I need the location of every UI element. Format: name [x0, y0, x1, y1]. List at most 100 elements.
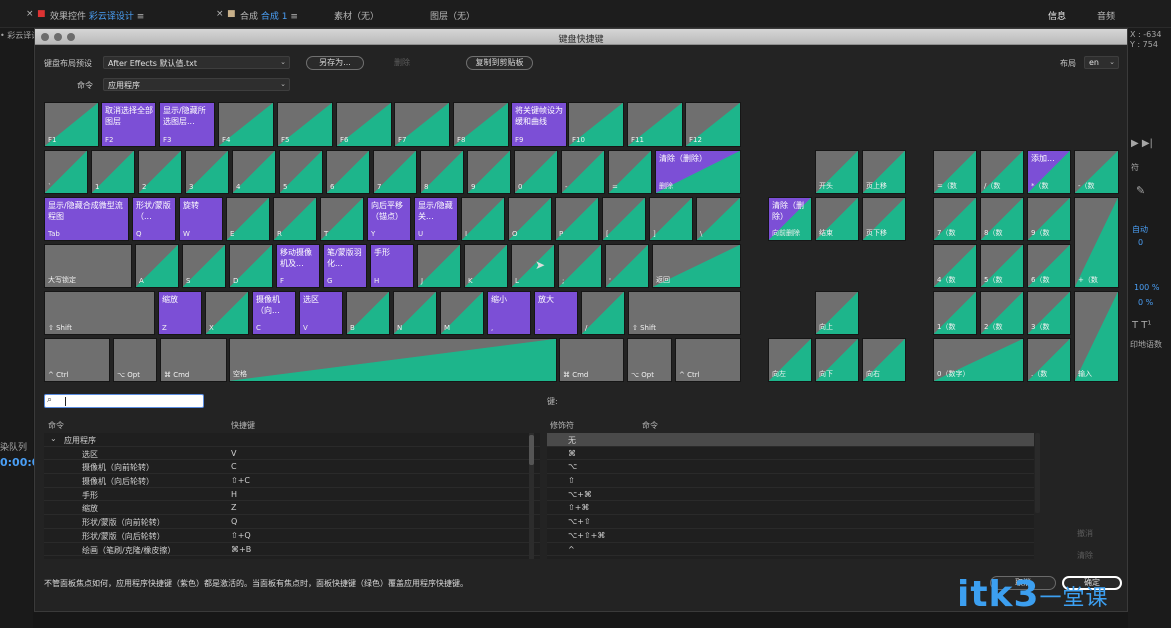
table-row[interactable]: 缩放 Z: [44, 501, 540, 516]
list-item[interactable]: ⌥+⇧+⌘: [547, 529, 1034, 543]
key-f6[interactable]: F6: [336, 102, 392, 147]
key-p[interactable]: P: [555, 197, 599, 241]
key-backslash[interactable]: \: [696, 197, 741, 241]
key-numpad-equal[interactable]: =（数: [933, 150, 977, 194]
key-numpad-2[interactable]: 2（数: [980, 291, 1024, 335]
playback-controls[interactable]: ▶ ▶|: [1131, 138, 1153, 149]
key-1[interactable]: 1: [91, 150, 135, 194]
key-numpad-divide[interactable]: /（数: [980, 150, 1024, 194]
modifier-command-column-header[interactable]: 命令: [642, 420, 658, 431]
key-numpad-minus[interactable]: -（数: [1074, 150, 1119, 194]
search-input[interactable]: ⌕: [44, 394, 204, 408]
key-g[interactable]: 笔/蒙版羽化... G: [323, 244, 367, 288]
key-h[interactable]: 手形 H: [370, 244, 414, 288]
key-numpad-4[interactable]: 4（数: [933, 244, 977, 288]
key-space[interactable]: 空格: [229, 338, 557, 382]
key-o[interactable]: O: [508, 197, 552, 241]
layout-select[interactable]: en ⌄: [1084, 56, 1119, 69]
key-c[interactable]: 摄像机（向... C: [252, 291, 296, 335]
key-period[interactable]: 放大.: [534, 291, 578, 335]
key-f9[interactable]: 将关键帧设为缓和曲线 F9: [511, 102, 567, 147]
key-i[interactable]: I: [461, 197, 505, 241]
tab-info[interactable]: 信息: [1048, 9, 1066, 22]
key-comma[interactable]: 缩小,: [487, 291, 531, 335]
key-numpad-decimal[interactable]: .（数: [1027, 338, 1071, 382]
table-row[interactable]: 形状/蒙版（向后轮转） ⇧+Q: [44, 529, 540, 543]
eyedropper-icon[interactable]: ✎: [1136, 184, 1145, 197]
percent-value-2[interactable]: 0 %: [1138, 298, 1153, 307]
key-f12[interactable]: F12: [685, 102, 741, 147]
key-numpad-5[interactable]: 5（数: [980, 244, 1024, 288]
key-0[interactable]: 0: [514, 150, 558, 194]
key-x[interactable]: X: [205, 291, 249, 335]
key-delete[interactable]: 清除（删除） 删除: [655, 150, 741, 194]
text-style-buttons[interactable]: T T¹: [1132, 320, 1151, 331]
key-arrow-up[interactable]: 向上: [815, 291, 859, 335]
percent-value-1[interactable]: 100 %: [1134, 283, 1159, 292]
zero-value[interactable]: 0: [1138, 238, 1143, 247]
list-item[interactable]: ⌥+⇧: [547, 515, 1034, 529]
key-end[interactable]: 结束: [815, 197, 859, 241]
key-right-bracket[interactable]: ]: [649, 197, 693, 241]
shortcut-column-header[interactable]: 快捷键: [231, 420, 255, 431]
key-k[interactable]: K: [464, 244, 508, 288]
close-icon[interactable]: ×: [216, 9, 224, 19]
modifier-list[interactable]: 无 ⌘ ⌥ ⇧ ⌥+⌘ ⇧+⌘ ⌥+⇧ ⌥+⇧+⌘ ^: [547, 433, 1034, 559]
clear-button[interactable]: 清除: [1055, 549, 1115, 563]
key-right-shift[interactable]: ⇧ Shift: [628, 291, 741, 335]
key-numpad-plus[interactable]: +（数: [1074, 197, 1119, 288]
list-item[interactable]: ^: [547, 543, 1034, 557]
modifier-list-scrollbar[interactable]: [1035, 433, 1040, 513]
key-numpad-8[interactable]: 8（数: [980, 197, 1024, 241]
list-item[interactable]: ⌄ 应用程序: [44, 433, 540, 447]
key-m[interactable]: M: [440, 291, 484, 335]
key-w[interactable]: 旋转 W: [179, 197, 223, 241]
list-item[interactable]: 无: [547, 433, 1034, 447]
key-3[interactable]: 3: [185, 150, 229, 194]
close-icon[interactable]: ×: [26, 9, 34, 19]
key-numpad-multiply[interactable]: 添加... *（数: [1027, 150, 1071, 194]
key-quote[interactable]: ': [605, 244, 649, 288]
key-equal[interactable]: =: [608, 150, 652, 194]
key-numpad-enter[interactable]: 输入: [1074, 291, 1119, 382]
key-left-ctrl[interactable]: ^ Ctrl: [44, 338, 110, 382]
key-semicolon[interactable]: ;: [558, 244, 602, 288]
key-l[interactable]: L: [511, 244, 555, 288]
key-v[interactable]: 选区 V: [299, 291, 343, 335]
key-r[interactable]: R: [273, 197, 317, 241]
key-j[interactable]: J: [417, 244, 461, 288]
key-page-up[interactable]: 页上移: [862, 150, 906, 194]
tab-audio[interactable]: 音频: [1097, 9, 1115, 22]
key-forward-delete[interactable]: 清除（删除） 向前删除: [768, 197, 812, 241]
key-a[interactable]: A: [135, 244, 179, 288]
key-t[interactable]: T: [320, 197, 364, 241]
key-f1[interactable]: F1: [44, 102, 99, 147]
list-item[interactable]: ⇧+⌘: [547, 501, 1034, 516]
key-right-command[interactable]: ⌘ Cmd: [559, 338, 624, 382]
key-home[interactable]: 开头: [815, 150, 859, 194]
key-6[interactable]: 6: [326, 150, 370, 194]
key-numpad-9[interactable]: 9（数: [1027, 197, 1071, 241]
key-f2[interactable]: 取消选择全部图层 F2: [101, 102, 156, 147]
key-left-command[interactable]: ⌘ Cmd: [160, 338, 227, 382]
key-9[interactable]: 9: [467, 150, 511, 194]
key-right-ctrl[interactable]: ^ Ctrl: [675, 338, 741, 382]
key-f10[interactable]: F10: [568, 102, 624, 147]
command-list-scrollbar[interactable]: [529, 433, 534, 559]
key-right-option[interactable]: ⌥ Opt: [627, 338, 672, 382]
key-d[interactable]: D: [229, 244, 273, 288]
key-numpad-3[interactable]: 3（数: [1027, 291, 1071, 335]
list-item[interactable]: ⇧: [547, 474, 1034, 488]
key-arrow-left[interactable]: 向左: [768, 338, 812, 382]
key-minus[interactable]: -: [561, 150, 605, 194]
key-e[interactable]: E: [226, 197, 270, 241]
key-5[interactable]: 5: [279, 150, 323, 194]
key-b[interactable]: B: [346, 291, 390, 335]
key-4[interactable]: 4: [232, 150, 276, 194]
key-f11[interactable]: F11: [627, 102, 683, 147]
key-page-down[interactable]: 页下移: [862, 197, 906, 241]
chevron-down-icon[interactable]: ⌄: [50, 434, 57, 443]
tab-effect-controls[interactable]: 效果控件 彩云译设计 ≡: [50, 9, 144, 22]
tab-footage[interactable]: 素材（无）: [334, 9, 379, 22]
key-y[interactable]: 向后平移（锚点） Y: [367, 197, 411, 241]
